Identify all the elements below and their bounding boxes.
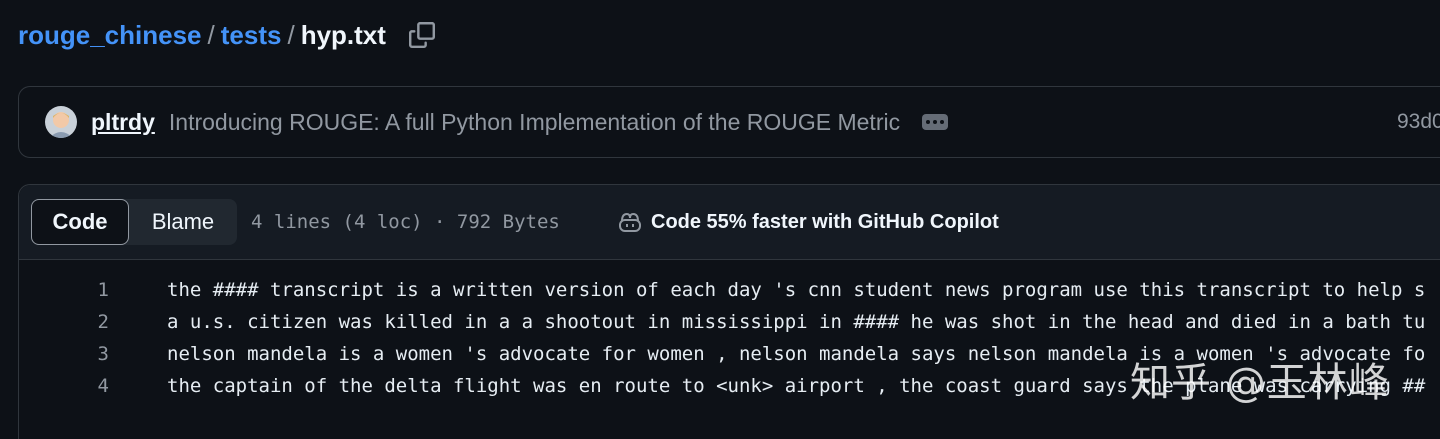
- page: rouge_chinese / tests / hyp.txt pltrdy I…: [0, 0, 1440, 439]
- avatar[interactable]: [45, 106, 77, 138]
- code-line: 3 nelson mandela is a women 's advocate …: [19, 338, 1440, 370]
- latest-commit-bar: pltrdy Introducing ROUGE: A full Python …: [18, 86, 1440, 158]
- line-content: nelson mandela is a women 's advocate fo…: [167, 343, 1426, 365]
- breadcrumb-separator: /: [287, 19, 295, 50]
- breadcrumb-folder-link[interactable]: tests: [221, 20, 282, 51]
- line-number[interactable]: 4: [19, 375, 109, 397]
- line-number[interactable]: 1: [19, 279, 109, 301]
- line-content: the captain of the delta flight was en r…: [167, 375, 1426, 397]
- blame-tab[interactable]: Blame: [129, 199, 237, 245]
- view-mode-toggle: Code Blame: [31, 199, 237, 245]
- commit-author-link[interactable]: pltrdy: [91, 109, 155, 136]
- code-line: 4 the captain of the delta flight was en…: [19, 370, 1440, 402]
- line-number[interactable]: 3: [19, 343, 109, 365]
- copilot-promo-text: Code 55% faster with GitHub Copilot: [651, 210, 999, 233]
- breadcrumb: rouge_chinese / tests / hyp.txt: [18, 16, 436, 54]
- file-header: Code Blame 4 lines (4 loc) · 792 Bytes C…: [19, 185, 1440, 260]
- commit-message-link[interactable]: Introducing ROUGE: A full Python Impleme…: [169, 109, 900, 136]
- ellipsis-icon[interactable]: [922, 114, 949, 130]
- copy-icon[interactable]: [408, 21, 436, 49]
- line-number[interactable]: 2: [19, 311, 109, 333]
- copilot-promo-link[interactable]: Code 55% faster with GitHub Copilot: [617, 210, 999, 234]
- commit-sha-link[interactable]: 93d0: [1397, 110, 1440, 134]
- code-line: 2 a u.s. citizen was killed in a a shoot…: [19, 306, 1440, 338]
- copilot-icon: [617, 210, 643, 234]
- code-line: 1 the #### transcript is a written versi…: [19, 274, 1440, 306]
- breadcrumb-repo-link[interactable]: rouge_chinese: [18, 20, 202, 51]
- breadcrumb-separator: /: [207, 19, 215, 50]
- line-content: a u.s. citizen was killed in a a shootou…: [167, 311, 1426, 333]
- code-tab[interactable]: Code: [31, 199, 129, 245]
- breadcrumb-current-file: hyp.txt: [300, 19, 386, 50]
- line-content: the #### transcript is a written version…: [167, 279, 1426, 301]
- code-body: 1 the #### transcript is a written versi…: [19, 260, 1440, 402]
- file-meta-info: 4 lines (4 loc) · 792 Bytes: [251, 211, 560, 233]
- file-viewer: Code Blame 4 lines (4 loc) · 792 Bytes C…: [18, 184, 1440, 439]
